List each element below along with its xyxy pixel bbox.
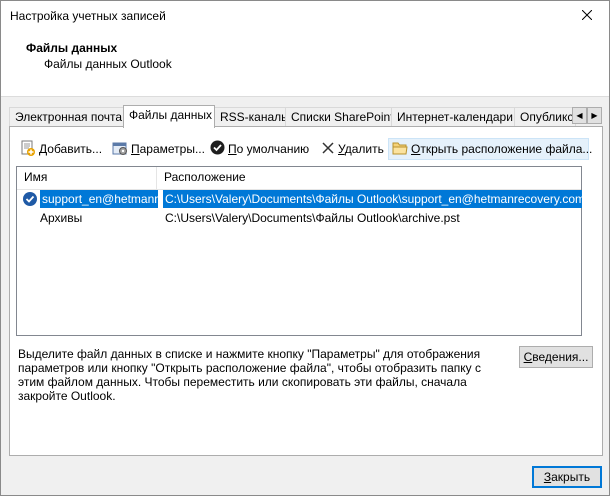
settings-icon — [112, 140, 128, 159]
delete-button-label: Удалить — [338, 142, 384, 156]
chevron-right-icon: ▶ — [591, 111, 598, 120]
row-location: C:\Users\Valery\Documents\Файлы Outlook\… — [163, 190, 582, 208]
data-files-list[interactable]: Имя Расположение support_en@hetmanrecove… — [16, 166, 582, 336]
settings-button[interactable]: Параметры... — [109, 138, 208, 160]
details-button-label: Сведения... — [523, 350, 589, 364]
tab-internet-calendars[interactable]: Интернет-календари — [391, 107, 515, 127]
close-button-label: Закрыть — [543, 470, 591, 484]
title-bar: Настройка учетных записей — [1, 1, 609, 34]
delete-x-icon — [321, 141, 335, 158]
add-button[interactable]: Добавить... — [17, 138, 105, 160]
section-subtitle: Файлы данных Outlook — [44, 57, 172, 71]
row-name: Архивы — [40, 211, 83, 225]
details-button[interactable]: Сведения... — [519, 346, 593, 368]
close-window-button[interactable] — [565, 1, 609, 31]
window-title: Настройка учетных записей — [10, 9, 166, 23]
close-button[interactable]: Закрыть — [532, 466, 602, 488]
list-header: Имя Расположение — [17, 167, 581, 190]
row-name: support_en@hetmanrecovery.com — [40, 190, 158, 208]
section-title: Файлы данных — [26, 41, 118, 55]
open-file-location-button[interactable]: Открыть расположение файла... — [388, 138, 593, 160]
tab-published-calendars[interactable]: Опубликс — [514, 107, 576, 127]
list-row[interactable]: Архивы C:\Users\Valery\Documents\Файлы O… — [18, 209, 580, 228]
default-check-icon — [22, 191, 38, 207]
tab-sharepoint-lists[interactable]: Списки SharePoint — [285, 107, 394, 127]
set-default-button[interactable]: По умолчанию — [207, 138, 312, 160]
add-file-icon — [20, 140, 36, 159]
help-text: Выделите файл данных в списке и нажмите … — [18, 347, 481, 403]
add-button-label: Добавить... — [39, 142, 103, 156]
column-header-name[interactable]: Имя — [17, 167, 157, 189]
tab-email[interactable]: Электронная почта — [9, 107, 124, 127]
tab-scroll-left-button[interactable]: ◀ — [572, 107, 587, 124]
close-icon — [581, 9, 593, 23]
folder-icon — [392, 141, 408, 158]
list-row[interactable]: support_en@hetmanrecovery.com C:\Users\V… — [18, 190, 582, 209]
column-header-location[interactable]: Расположение — [157, 167, 581, 189]
check-circle-icon — [210, 140, 225, 158]
tab-scroll-right-button[interactable]: ▶ — [587, 107, 602, 124]
account-settings-window: Настройка учетных записей Файлы данных Ф… — [0, 0, 610, 496]
tab-data-files[interactable]: Файлы данных — [123, 105, 215, 128]
settings-button-label: Параметры... — [131, 142, 205, 156]
chevron-left-icon: ◀ — [576, 111, 583, 120]
tab-strip: Электронная почта Файлы данных RSS-канал… — [9, 105, 603, 128]
tab-rss-feeds[interactable]: RSS-каналы — [214, 107, 290, 127]
open-file-location-label: Открыть расположение файла... — [411, 142, 593, 156]
header-area: Файлы данных Файлы данных Outlook — [1, 34, 609, 97]
row-location: C:\Users\Valery\Documents\Файлы Outlook\… — [165, 211, 460, 225]
set-default-button-label: По умолчанию — [228, 142, 310, 156]
delete-button[interactable]: Удалить — [318, 138, 387, 160]
